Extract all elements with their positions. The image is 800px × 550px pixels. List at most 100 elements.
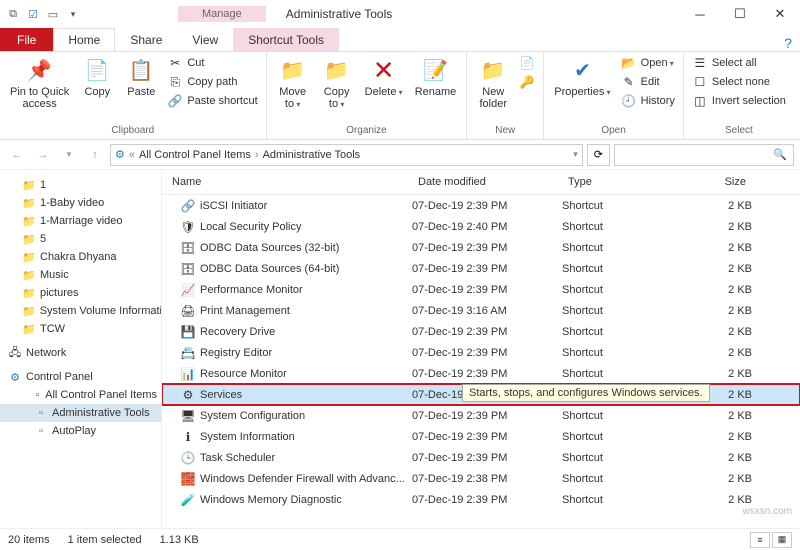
recent-button[interactable]: ▾ xyxy=(58,144,80,166)
select-all-button[interactable]: ☰Select all xyxy=(690,54,788,72)
breadcrumb-item[interactable]: All Control Panel Items xyxy=(139,149,251,161)
tree-folder[interactable]: 📁pictures xyxy=(0,284,161,302)
file-row[interactable]: 🛡Local Security Policy07-Dec-19 2:40 PMS… xyxy=(162,216,800,237)
file-type: Shortcut xyxy=(562,368,672,380)
maximize-button[interactable]: ☐ xyxy=(720,0,760,28)
tree-folder[interactable]: 📁1-Marriage video xyxy=(0,212,161,230)
tab-view[interactable]: View xyxy=(177,28,233,51)
file-date: 07-Dec-19 3:16 AM xyxy=(412,305,562,317)
nav-tree[interactable]: 📁1📁1-Baby video📁1-Marriage video📁5📁Chakr… xyxy=(0,170,162,528)
copy-path-button[interactable]: ⎘Copy path xyxy=(165,73,259,91)
file-size: 2 KB xyxy=(672,473,752,485)
rename-button[interactable]: 📝Rename xyxy=(411,54,461,100)
file-row[interactable]: ⚙Services07-Dec-19 2:39 PMShortcut2 KBSt… xyxy=(162,384,800,405)
tree-folder[interactable]: 📁TCW xyxy=(0,320,161,338)
tree-network[interactable]: 🖧Network xyxy=(0,344,161,362)
file-date: 07-Dec-19 2:39 PM xyxy=(412,326,562,338)
new-folder-button[interactable]: 📁New folder xyxy=(473,54,513,112)
easy-access-button[interactable]: 🔑 xyxy=(517,73,537,91)
tree-folder[interactable]: 📁System Volume Information xyxy=(0,302,161,320)
tree-folder[interactable]: 📁Chakra Dhyana xyxy=(0,248,161,266)
help-icon[interactable]: ? xyxy=(784,35,792,51)
group-label-open: Open xyxy=(550,125,677,137)
view-thumbs-icon[interactable]: ▦ xyxy=(772,532,792,548)
file-row[interactable]: 🗄ODBC Data Sources (32-bit)07-Dec-19 2:3… xyxy=(162,237,800,258)
qat-dropdown-icon[interactable]: ▾ xyxy=(64,5,82,23)
tab-home[interactable]: Home xyxy=(53,28,115,51)
tree-folder[interactable]: 📁5 xyxy=(0,230,161,248)
close-button[interactable]: ✕ xyxy=(760,0,800,28)
paste-shortcut-button[interactable]: 🔗Paste shortcut xyxy=(165,92,259,110)
file-row[interactable]: 🧪Windows Memory Diagnostic07-Dec-19 2:39… xyxy=(162,489,800,510)
tree-label: All Control Panel Items xyxy=(45,389,157,401)
col-type[interactable]: Type xyxy=(562,174,672,190)
minimize-button[interactable]: ─ xyxy=(680,0,720,28)
tab-file[interactable]: File xyxy=(0,28,53,51)
file-type: Shortcut xyxy=(562,305,672,317)
file-row[interactable]: 🧱Windows Defender Firewall with Advanc..… xyxy=(162,468,800,489)
cut-button[interactable]: ✂Cut xyxy=(165,54,259,72)
tree-folder[interactable]: 📁1-Baby video xyxy=(0,194,161,212)
open-button[interactable]: 📂Open xyxy=(619,54,677,72)
properties-icon: ✔ xyxy=(568,56,596,84)
search-input[interactable]: 🔍 xyxy=(614,144,794,166)
breadcrumb-item[interactable]: Administrative Tools xyxy=(263,149,361,161)
folder-icon: 📁 xyxy=(22,196,36,210)
file-icon: 🕒 xyxy=(180,450,196,466)
file-row[interactable]: 🕒Task Scheduler07-Dec-19 2:39 PMShortcut… xyxy=(162,447,800,468)
file-row[interactable]: 🗄ODBC Data Sources (64-bit)07-Dec-19 2:3… xyxy=(162,258,800,279)
qat-checkbox-icon[interactable]: ☑ xyxy=(24,5,42,23)
refresh-button[interactable]: ⟳ xyxy=(587,144,610,166)
col-name[interactable]: Name xyxy=(162,174,412,190)
file-row[interactable]: 📊Resource Monitor07-Dec-19 2:39 PMShortc… xyxy=(162,363,800,384)
breadcrumb-dropdown-icon[interactable]: ▾ xyxy=(573,149,578,160)
tree-control-panel[interactable]: ⚙Control Panel xyxy=(0,368,161,386)
forward-button[interactable]: → xyxy=(32,144,54,166)
file-icon: 📈 xyxy=(180,282,196,298)
invert-selection-button[interactable]: ◫Invert selection xyxy=(690,92,788,110)
new-item-button[interactable]: 📄 xyxy=(517,54,537,72)
file-size: 2 KB xyxy=(672,221,752,233)
file-row[interactable]: 🖨Print Management07-Dec-19 3:16 AMShortc… xyxy=(162,300,800,321)
qat-newfolder-icon[interactable]: ▭ xyxy=(44,5,62,23)
properties-button[interactable]: ✔Properties xyxy=(550,54,614,100)
cp-item-icon: ▫ xyxy=(34,424,48,438)
pin-to-quick-access-button[interactable]: 📌Pin to Quick access xyxy=(6,54,73,112)
tab-shortcut-tools[interactable]: Shortcut Tools xyxy=(233,28,339,51)
file-size: 2 KB xyxy=(672,347,752,359)
edit-button[interactable]: ✎Edit xyxy=(619,73,677,91)
file-icon: 🖨 xyxy=(180,303,196,319)
tree-cp-item[interactable]: ▫AutoPlay xyxy=(0,422,161,440)
tree-folder[interactable]: 📁Music xyxy=(0,266,161,284)
copy-to-button[interactable]: 📁Copy to xyxy=(317,54,357,112)
qat-properties-icon[interactable]: ⧉ xyxy=(4,5,22,23)
file-row[interactable]: 📈Performance Monitor07-Dec-19 2:39 PMSho… xyxy=(162,279,800,300)
file-row[interactable]: 🖥System Configuration07-Dec-19 2:39 PMSh… xyxy=(162,405,800,426)
view-details-icon[interactable]: ≡ xyxy=(750,532,770,548)
file-icon: 🖥 xyxy=(180,408,196,424)
select-none-button[interactable]: ☐Select none xyxy=(690,73,788,91)
file-date: 07-Dec-19 2:39 PM xyxy=(412,452,562,464)
file-row[interactable]: 💾Recovery Drive07-Dec-19 2:39 PMShortcut… xyxy=(162,321,800,342)
breadcrumb[interactable]: ⚙ « All Control Panel Items › Administra… xyxy=(110,144,583,166)
back-button[interactable]: ← xyxy=(6,144,28,166)
up-button[interactable]: ↑ xyxy=(84,144,106,166)
tree-cp-item[interactable]: ▫All Control Panel Items xyxy=(0,386,161,404)
tab-share[interactable]: Share xyxy=(115,28,177,51)
paste-button[interactable]: 📋Paste xyxy=(121,54,161,100)
file-row[interactable]: ℹSystem Information07-Dec-19 2:39 PMShor… xyxy=(162,426,800,447)
col-date[interactable]: Date modified xyxy=(412,174,562,190)
tree-folder[interactable]: 📁1 xyxy=(0,176,161,194)
tree-cp-item[interactable]: ▫Administrative Tools xyxy=(0,404,161,422)
copy-button[interactable]: 📄Copy xyxy=(77,54,117,100)
window-title: Administrative Tools xyxy=(286,7,393,21)
col-size[interactable]: Size xyxy=(672,174,752,190)
move-to-button[interactable]: 📁Move to xyxy=(273,54,313,112)
file-row[interactable]: 🔗iSCSI Initiator07-Dec-19 2:39 PMShortcu… xyxy=(162,195,800,216)
tree-label: 1-Marriage video xyxy=(40,215,123,227)
history-button[interactable]: 🕘History xyxy=(619,92,677,110)
delete-button[interactable]: ✕Delete xyxy=(361,54,407,100)
file-type: Shortcut xyxy=(562,431,672,443)
history-icon: 🕘 xyxy=(621,93,637,109)
file-row[interactable]: 📇Registry Editor07-Dec-19 2:39 PMShortcu… xyxy=(162,342,800,363)
